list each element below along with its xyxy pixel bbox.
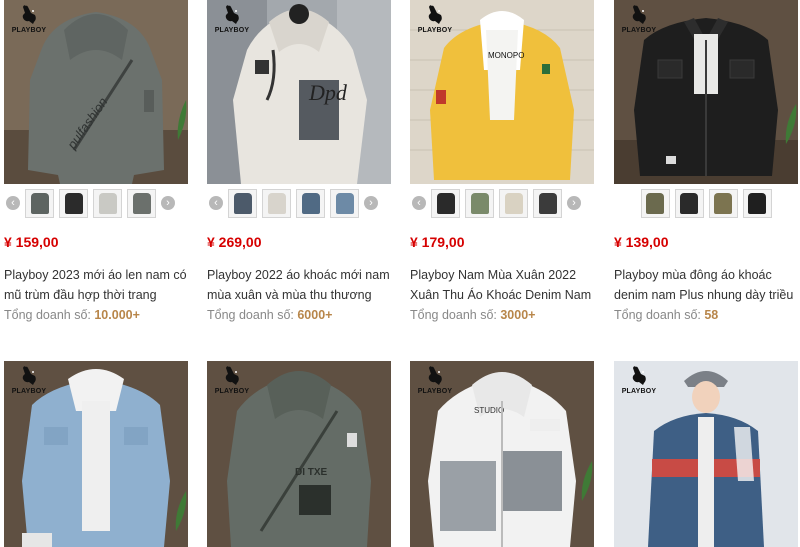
thumbnail[interactable]	[127, 188, 156, 218]
brand-name: PLAYBOY	[417, 388, 453, 395]
brand-name: PLAYBOY	[621, 27, 657, 34]
product-card[interactable]: PLAYBOY ¥ 139,00 Playboy mùa đông áo kho…	[614, 0, 798, 325]
product-image[interactable]: MONOPO PLAYBOY	[410, 0, 594, 184]
thumbnail[interactable]	[742, 188, 772, 218]
bunny-icon	[428, 5, 442, 24]
brand-logo: PLAYBOY	[8, 4, 50, 34]
thumbnail[interactable]	[533, 188, 562, 218]
bunny-icon	[22, 5, 36, 24]
carousel-prev-icon[interactable]: ‹	[6, 196, 20, 210]
garment-print-text: STUDIO	[474, 406, 504, 415]
product-image[interactable]: PLAYBOY	[614, 361, 798, 547]
carousel-prev-icon[interactable]: ‹	[209, 196, 223, 210]
sales-label: Tổng doanh số:	[410, 308, 497, 322]
thumbnail-carousel: ‹ ›	[4, 184, 188, 222]
brand-name: PLAYBOY	[11, 27, 47, 34]
bunny-icon	[22, 366, 36, 385]
brand-name: PLAYBOY	[214, 388, 250, 395]
thumbnail[interactable]	[674, 188, 704, 218]
plant-leaf	[175, 491, 187, 531]
product-image[interactable]: PLAYBOY	[4, 361, 188, 547]
product-image[interactable]: PLAYBOY	[614, 0, 798, 184]
product-card[interactable]: MONOPO PLAYBOY ‹ › ¥ 179,00 Playboy Nam …	[410, 0, 594, 325]
brand-logo: PLAYBOY	[618, 4, 660, 34]
thumbnail[interactable]	[465, 188, 494, 218]
garment-print-text: Dpd	[308, 80, 348, 105]
brand-logo: PLAYBOY	[8, 365, 50, 395]
thumbnail[interactable]	[25, 188, 54, 218]
brand-name: PLAYBOY	[621, 388, 657, 395]
sales-label: Tổng doanh số:	[4, 308, 91, 322]
sales-count: Tổng doanh số: 3000+	[410, 305, 594, 325]
plant-leaf	[177, 100, 187, 140]
thumbnail[interactable]	[640, 188, 670, 218]
product-price: ¥ 179,00	[410, 234, 465, 250]
product-price: ¥ 159,00	[4, 234, 59, 250]
brand-logo: PLAYBOY	[414, 365, 456, 395]
sales-value: 58	[704, 308, 719, 322]
garment-print-text: MONOPO	[488, 51, 524, 60]
product-price: ¥ 269,00	[207, 234, 262, 250]
thumbnail[interactable]	[228, 188, 257, 218]
product-price: ¥ 139,00	[614, 234, 669, 250]
bunny-icon	[428, 366, 442, 385]
plant-leaf	[581, 461, 593, 501]
carousel-next-icon[interactable]: ›	[567, 196, 581, 210]
brand-logo: PLAYBOY	[414, 4, 456, 34]
product-card[interactable]: DI TXE PLAYBOY	[207, 361, 391, 547]
product-image[interactable]: Dpd PLAYBOY	[207, 0, 391, 184]
product-card[interactable]: pulfashion PLAYBOY ‹ › ¥ 159,00 Playboy …	[4, 0, 188, 325]
brand-logo: PLAYBOY	[211, 4, 253, 34]
product-card[interactable]: STUDIO PLAYBOY	[410, 361, 594, 547]
product-title[interactable]: Playboy 2023 mới áo len nam có mũ trùm đ…	[4, 265, 188, 305]
thumbnail[interactable]	[499, 188, 528, 218]
sales-count: Tổng doanh số: 58	[614, 305, 798, 325]
bunny-icon	[632, 5, 646, 24]
product-title[interactable]: Playboy Nam Mùa Xuân 2022 Xuân Thu Áo Kh…	[410, 265, 594, 305]
thumbnail[interactable]	[708, 188, 738, 218]
product-card[interactable]: PLAYBOY	[614, 361, 798, 547]
product-title[interactable]: Playboy 2022 áo khoác mới nam mùa xuân v…	[207, 265, 391, 305]
carousel-prev-icon[interactable]: ‹	[412, 196, 426, 210]
sales-value: 6000+	[297, 308, 333, 322]
brand-name: PLAYBOY	[11, 388, 47, 395]
product-image[interactable]: pulfashion PLAYBOY	[4, 0, 188, 184]
sales-label: Tổng doanh số:	[614, 308, 701, 322]
sales-label: Tổng doanh số:	[207, 308, 294, 322]
sales-count: Tổng doanh số: 10.000+	[4, 305, 188, 325]
product-card[interactable]: PLAYBOY	[4, 361, 188, 547]
product-card[interactable]: Dpd PLAYBOY ‹ › ¥ 269,00 Playboy 2022 áo…	[207, 0, 391, 325]
product-image[interactable]: DI TXE PLAYBOY	[207, 361, 391, 547]
thumbnail[interactable]	[262, 188, 291, 218]
garment-print-text: DI TXE	[295, 467, 328, 478]
brand-name: PLAYBOY	[417, 27, 453, 34]
carousel-next-icon[interactable]: ›	[364, 196, 378, 210]
product-image[interactable]: STUDIO PLAYBOY	[410, 361, 594, 547]
brand-name: PLAYBOY	[214, 27, 250, 34]
thumbnail-carousel: ‹ ›	[410, 184, 594, 222]
sales-count: Tổng doanh số: 6000+	[207, 305, 391, 325]
carousel-next-icon[interactable]: ›	[161, 196, 175, 210]
bunny-icon	[225, 366, 239, 385]
plant-leaf	[785, 104, 797, 144]
thumbnail-carousel	[614, 184, 798, 222]
brand-logo: PLAYBOY	[618, 365, 660, 395]
bunny-icon	[632, 366, 646, 385]
sales-value: 10.000+	[94, 308, 140, 322]
thumbnail[interactable]	[296, 188, 325, 218]
thumbnail[interactable]	[93, 188, 122, 218]
brand-logo: PLAYBOY	[211, 365, 253, 395]
thumbnail[interactable]	[330, 188, 359, 218]
bunny-icon	[225, 5, 239, 24]
product-title[interactable]: Playboy mùa đông áo khoác denim nam Plus…	[614, 265, 798, 305]
thumbnail[interactable]	[59, 188, 88, 218]
thumbnail-carousel: ‹ ›	[207, 184, 391, 222]
sales-value: 3000+	[500, 308, 536, 322]
thumbnail[interactable]	[431, 188, 460, 218]
